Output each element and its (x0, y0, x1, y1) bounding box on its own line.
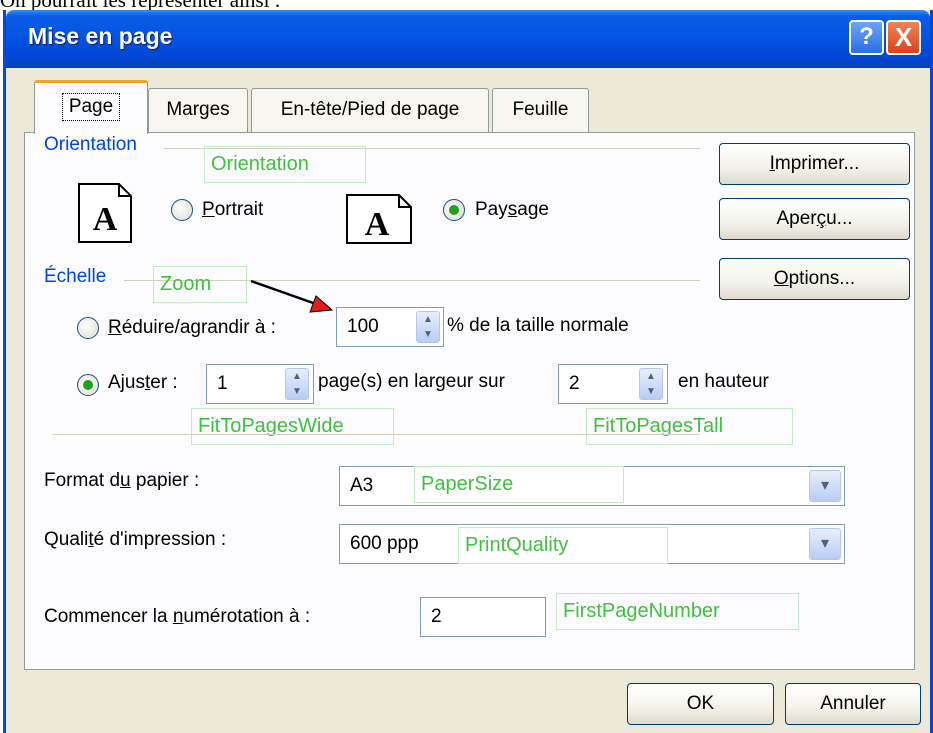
reduce-enlarge-radio[interactable] (77, 317, 99, 339)
ok-button[interactable]: OK (627, 683, 774, 725)
orientation-group-label: Orientation (44, 134, 137, 155)
help-button[interactable]: ? (849, 20, 884, 55)
portrait-page-icon: A (78, 183, 132, 243)
zoom-annotation: Zoom (153, 266, 247, 303)
print-quality-dropdown-icon[interactable]: ▾ (809, 528, 841, 560)
print-quality-value: 600 ppp (350, 533, 419, 554)
preview-button[interactable]: Aperçu... (719, 198, 910, 240)
landscape-label[interactable]: Paysage (475, 199, 549, 221)
tab-sheet[interactable]: Feuille (492, 88, 589, 132)
landscape-page-icon: A (346, 194, 412, 244)
landscape-radio[interactable] (443, 199, 465, 221)
pages-wide-value: 1 (217, 373, 228, 394)
pages-tall-value: 2 (569, 373, 580, 394)
scale-group-label: Échelle (44, 266, 107, 287)
paper-size-dropdown-icon[interactable]: ▾ (809, 470, 841, 502)
tab-header-footer[interactable]: En-tête/Pied de page (251, 88, 489, 132)
zoom-spinner[interactable]: ▲ ▼ (416, 311, 440, 343)
print-quality-annotation: PrintQuality (458, 527, 668, 564)
portrait-label[interactable]: Portrait (202, 199, 263, 221)
reduce-enlarge-label[interactable]: Réduire/agrandir à : (108, 317, 276, 339)
first-page-number-value: 2 (431, 606, 442, 627)
tab-page[interactable]: Page (34, 80, 148, 134)
fit-wide-annotation: FitToPagesWide (191, 408, 394, 445)
zoom-value: 100 (347, 316, 379, 337)
paper-size-label: Format du papier : (44, 470, 200, 491)
first-page-number-annotation: FirstPageNumber (556, 593, 799, 630)
paper-size-annotation: PaperSize (414, 466, 624, 503)
first-page-number-input[interactable]: 2 (420, 597, 546, 637)
portrait-radio[interactable] (171, 199, 193, 221)
zoom-suffix-label: % de la taille normale (447, 315, 629, 336)
tab-page-label: Page (61, 93, 121, 121)
landscape-icon-letter: A (365, 206, 390, 243)
paper-size-value: A3 (350, 475, 374, 496)
pages-tall-spinner[interactable]: ▲ ▼ (639, 368, 663, 400)
pages-wide-spinner[interactable]: ▲ ▼ (285, 368, 309, 400)
options-button[interactable]: Options... (719, 258, 910, 300)
page-setup-dialog: Mise en page ? X Page Marges En-tête/Pie… (3, 10, 933, 733)
cancel-button[interactable]: Annuler (785, 683, 921, 725)
first-page-number-label: Commencer la numérotation à : (44, 606, 311, 627)
fit-tall-annotation: FitToPagesTall (586, 408, 793, 445)
close-button[interactable]: X (886, 20, 921, 55)
print-quality-label: Qualité d'impression : (44, 529, 227, 550)
scale-bottom-separator (52, 434, 700, 435)
print-button[interactable]: Imprimer... (719, 143, 910, 185)
fit-to-radio[interactable] (77, 374, 99, 396)
portrait-icon-letter: A (93, 201, 118, 238)
title-bar: Mise en page ? X (6, 10, 930, 68)
pages-tall-label: en hauteur (678, 371, 769, 392)
fit-to-label[interactable]: Ajuster : (108, 372, 178, 394)
orientation-annotation: Orientation (204, 146, 366, 183)
pages-wide-label: page(s) en largeur sur (318, 371, 505, 392)
zoom-pointer-arrow (250, 279, 334, 313)
dialog-title: Mise en page (28, 23, 173, 49)
tab-margins[interactable]: Marges (148, 88, 248, 132)
